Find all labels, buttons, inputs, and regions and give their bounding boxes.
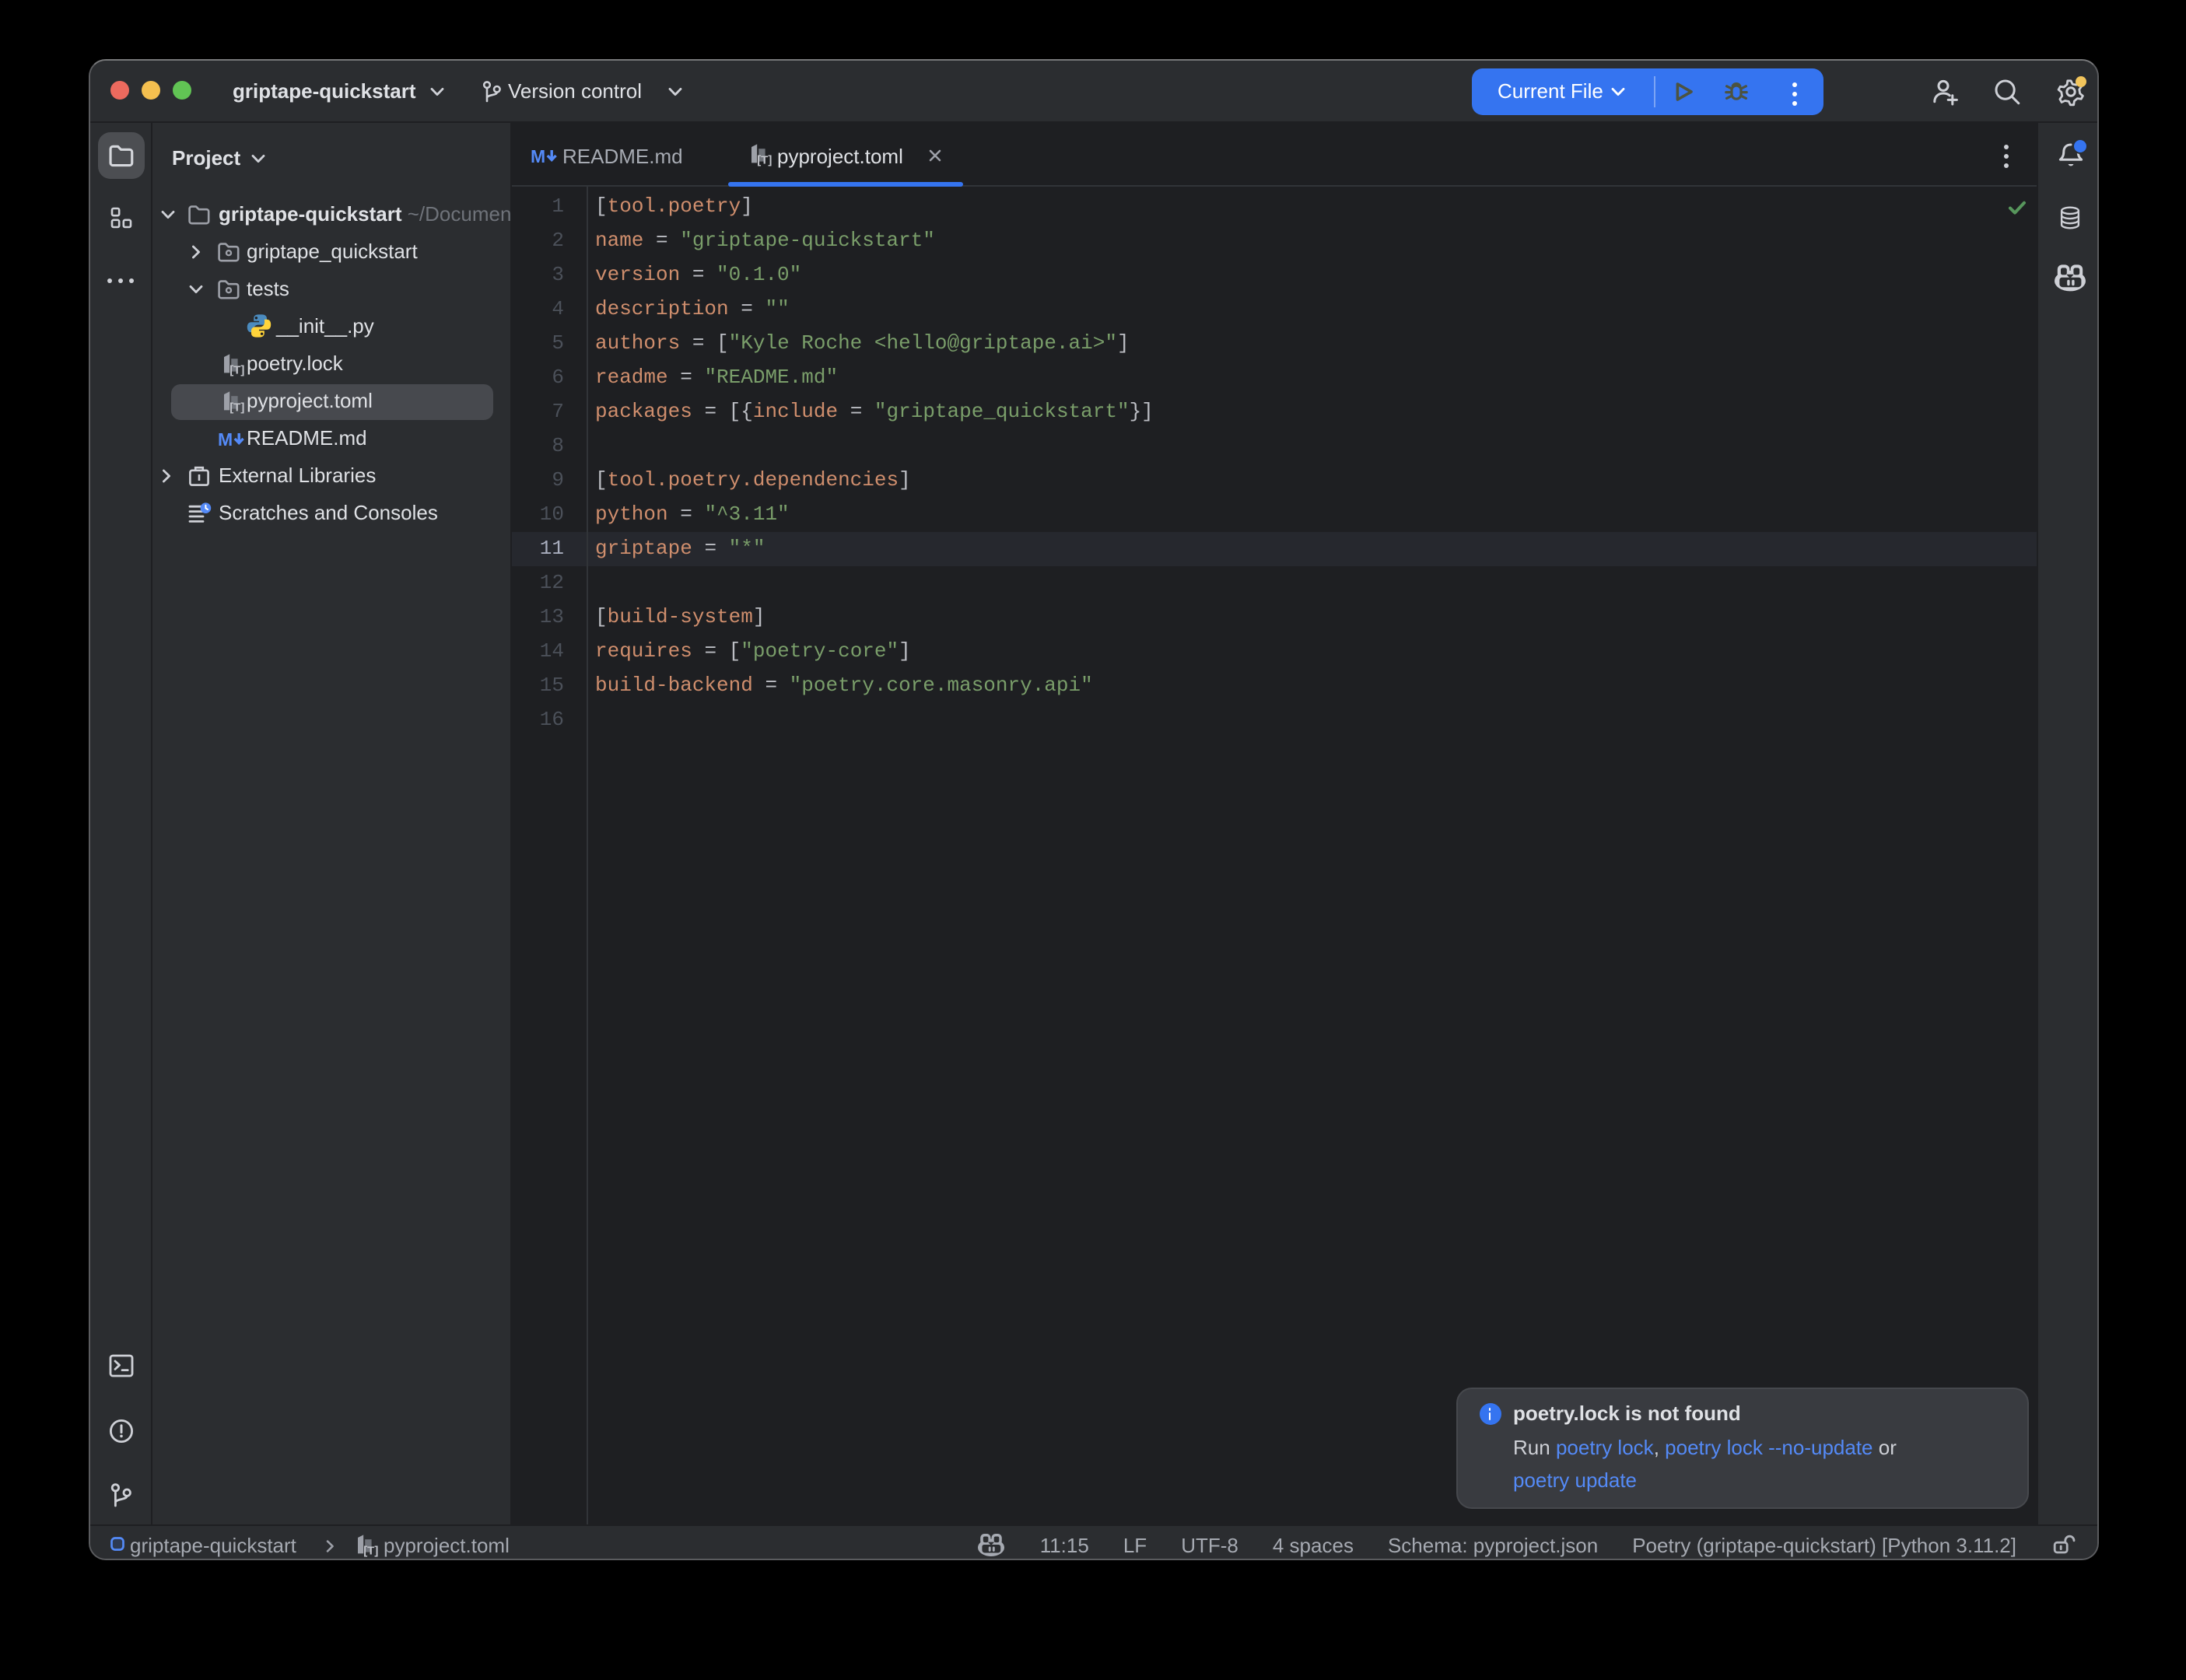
svg-text:M: M — [217, 429, 232, 450]
svg-text:[T]: [T] — [229, 363, 243, 376]
svg-text:M: M — [530, 146, 545, 166]
svg-text:[T]: [T] — [363, 1544, 377, 1557]
svg-text:[T]: [T] — [756, 153, 771, 166]
svg-text:[T]: [T] — [229, 401, 243, 414]
